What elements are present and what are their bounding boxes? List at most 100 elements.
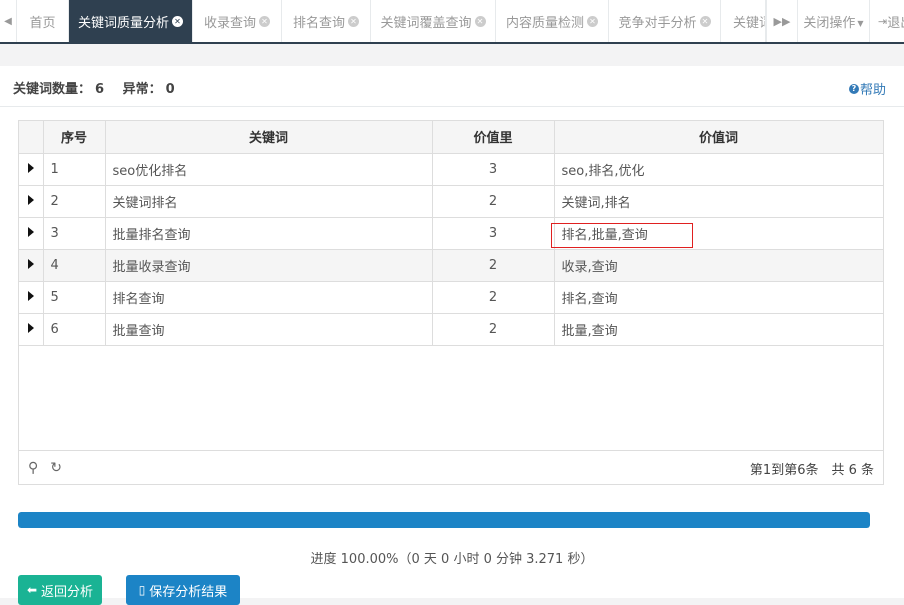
chevron-left-icon: ◀ xyxy=(4,15,12,27)
cell-value-words: 排名,查询 xyxy=(554,281,884,314)
highlight-box xyxy=(550,222,693,248)
content-panel: 关键词数量： 6 异常： 0 ? 帮助 序号 关键词 价值里 价值词 1 seo… xyxy=(0,66,904,605)
caret-right-icon xyxy=(27,322,34,333)
tab-keyword-quality[interactable]: 关键词质量分析 ✕ xyxy=(69,0,193,42)
back-button-label: 返回分析 xyxy=(41,584,94,600)
cell-value-words: 批量,查询 xyxy=(554,313,884,346)
cell-index: 1 xyxy=(43,153,106,186)
tab-index-query[interactable]: 收录查询 ✕ xyxy=(193,0,282,42)
tab-scroll-left-button[interactable]: ◀ xyxy=(0,0,17,42)
tab-label: 竞争对手分析 xyxy=(618,15,697,31)
results-grid: 序号 关键词 价值里 价值词 1 seo优化排名 3 seo,排名,优化 2 关… xyxy=(18,120,884,485)
tab-keyword-truncated[interactable]: 关键词 xyxy=(721,0,766,42)
close-icon[interactable]: ✕ xyxy=(172,15,183,27)
cell-keyword: 批量排名查询 xyxy=(105,217,433,250)
progress-text: 进度 100.00%（0 天 0 小时 0 分钟 3.271 秒） xyxy=(310,552,594,567)
cell-value-words: 排名,批量,查询 xyxy=(550,217,884,250)
tab-label: 关键词 xyxy=(733,15,765,31)
tab-label: 排名查询 xyxy=(292,15,345,31)
cell-keyword: 批量查询 xyxy=(105,313,433,346)
cell-value: 2 xyxy=(432,281,555,314)
tab-content-quality[interactable]: 内容质量检测 ✕ xyxy=(496,0,609,42)
help-label: 帮助 xyxy=(859,83,886,98)
close-icon[interactable]: ✕ xyxy=(259,15,270,27)
progress-fill xyxy=(18,512,870,528)
refresh-icon[interactable]: ↻ xyxy=(50,460,62,476)
expand-row-button[interactable] xyxy=(19,249,44,282)
table-row[interactable]: 2 关键词排名 2 关键词,排名 xyxy=(19,185,884,218)
logout-label: 退出 xyxy=(887,15,904,31)
table-header-row: 序号 关键词 价值里 价值词 xyxy=(19,121,884,154)
count-label: 关键词数量： xyxy=(13,82,92,97)
close-icon[interactable]: ✕ xyxy=(699,15,711,27)
tab-home[interactable]: 首页 xyxy=(17,0,69,42)
column-header-value-words[interactable]: 价值词 xyxy=(554,121,884,154)
tab-rank-query[interactable]: 排名查询 ✕ xyxy=(282,0,371,42)
grid-footer: ⚲ ↻ 第1到第6条 共 6 条 xyxy=(18,450,884,485)
expand-row-button[interactable] xyxy=(19,281,44,314)
cell-keyword: 批量收录查询 xyxy=(105,249,433,282)
error-value: 0 xyxy=(165,82,175,97)
table-row[interactable]: 1 seo优化排名 3 seo,排名,优化 xyxy=(19,153,884,186)
tab-label: 内容质量检测 xyxy=(505,15,584,31)
tab-label: 关键词质量分析 xyxy=(77,15,169,31)
cell-value: 3 xyxy=(432,217,555,250)
back-to-analysis-button[interactable]: ⬅ 返回分析 xyxy=(18,575,102,605)
caret-right-icon xyxy=(27,226,34,237)
cell-value: 2 xyxy=(432,313,555,346)
tab-scroll-right-button[interactable]: ▶▶ xyxy=(766,0,798,42)
cell-value: 2 xyxy=(432,185,555,218)
table-row[interactable]: 6 批量查询 2 批量,查询 xyxy=(19,313,884,346)
save-results-button[interactable]: ▯ 保存分析结果 xyxy=(126,575,240,605)
table-row[interactable]: 5 排名查询 2 排名,查询 xyxy=(19,281,884,314)
table-row[interactable]: 3 批量排名查询 3 排名,批量,查询 xyxy=(19,217,884,250)
tab-label: 首页 xyxy=(29,15,56,31)
caret-right-icon xyxy=(27,194,34,205)
cell-index: 5 xyxy=(43,281,106,314)
cell-value-words: seo,排名,优化 xyxy=(554,153,884,186)
column-header-value[interactable]: 价值里 xyxy=(432,121,555,154)
table-row[interactable]: 4 批量收录查询 2 收录,查询 xyxy=(19,249,884,282)
column-header-keyword[interactable]: 关键词 xyxy=(105,121,433,154)
cell-keyword: 排名查询 xyxy=(105,281,433,314)
file-icon: ▯ xyxy=(138,583,146,597)
logout-button[interactable]: ⇥ 退出 xyxy=(870,0,904,42)
expand-row-button[interactable] xyxy=(19,313,44,346)
divider xyxy=(0,106,904,107)
close-icon[interactable]: ✕ xyxy=(348,15,359,27)
logout-icon: ⇥ xyxy=(878,14,888,28)
cell-value-words: 收录,查询 xyxy=(554,249,884,282)
cell-index: 4 xyxy=(43,249,106,282)
cell-keyword: seo优化排名 xyxy=(105,153,433,186)
caret-right-icon xyxy=(27,290,34,301)
cell-value-words: 关键词,排名 xyxy=(554,185,884,218)
search-icon[interactable]: ⚲ xyxy=(28,460,38,476)
save-button-label: 保存分析结果 xyxy=(149,584,228,600)
results-table: 序号 关键词 价值里 价值词 1 seo优化排名 3 seo,排名,优化 2 关… xyxy=(19,121,884,346)
caret-right-icon xyxy=(27,162,34,173)
caret-down-icon: ▼ xyxy=(857,18,864,28)
cell-index: 3 xyxy=(43,217,106,250)
help-link[interactable]: ? 帮助 xyxy=(848,79,886,98)
caret-right-icon xyxy=(27,258,34,269)
close-operations-dropdown[interactable]: 关闭操作 ▼ xyxy=(798,0,870,42)
close-ops-label: 关闭操作 xyxy=(803,15,856,31)
tab-bar: ◀ 首页 关键词质量分析 ✕ 收录查询 ✕ 排名查询 ✕ 关键词覆盖查询 ✕ 内… xyxy=(0,0,904,44)
expand-column-header xyxy=(19,121,44,154)
cell-keyword: 关键词排名 xyxy=(105,185,433,218)
cell-index: 2 xyxy=(43,185,106,218)
cell-value: 3 xyxy=(432,153,555,186)
pagination-info: 第1到第6条 共 6 条 xyxy=(749,462,874,478)
tab-label: 关键词覆盖查询 xyxy=(380,15,472,31)
close-icon[interactable]: ✕ xyxy=(474,15,486,27)
expand-row-button[interactable] xyxy=(19,217,44,250)
close-icon[interactable]: ✕ xyxy=(587,15,598,27)
progress-bar xyxy=(18,512,870,528)
expand-row-button[interactable] xyxy=(19,153,44,186)
arrow-left-icon: ⬅ xyxy=(26,583,38,597)
tab-keyword-coverage[interactable]: 关键词覆盖查询 ✕ xyxy=(371,0,496,42)
forward-icon: ▶▶ xyxy=(773,14,791,28)
column-header-index[interactable]: 序号 xyxy=(43,121,106,154)
tab-competitor-analysis[interactable]: 竞争对手分析 ✕ xyxy=(609,0,721,42)
expand-row-button[interactable] xyxy=(19,185,44,218)
